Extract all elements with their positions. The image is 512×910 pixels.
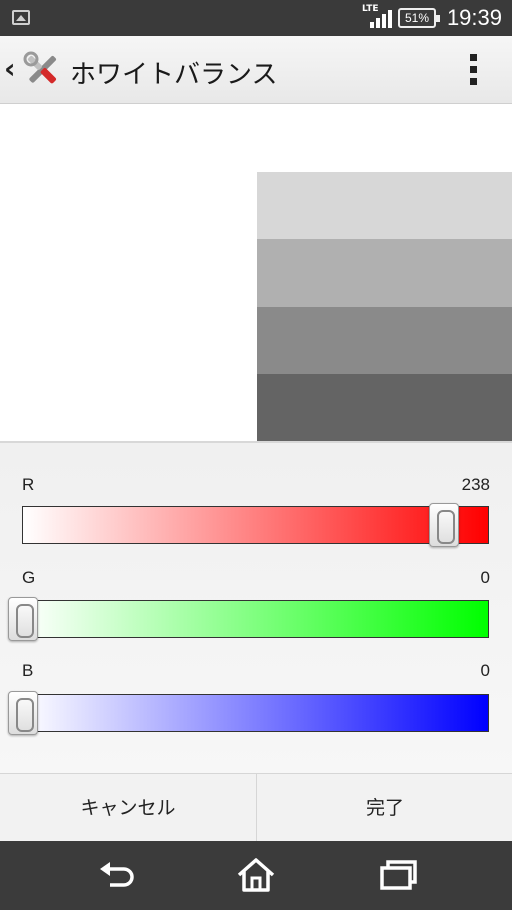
red-slider-track[interactable]: [22, 506, 489, 544]
battery-indicator: 51%: [398, 8, 440, 28]
swatch-mid-light: [257, 239, 512, 307]
white-balance-preview: [0, 104, 512, 441]
dialog-buttons: キャンセル 完了: [0, 773, 512, 842]
signal-icon: LTE: [362, 4, 392, 30]
cancel-button[interactable]: キャンセル: [0, 774, 256, 842]
tools-icon[interactable]: [22, 50, 62, 90]
page-title: ホワイトバランス: [70, 60, 278, 90]
swatch-mid-dark: [257, 307, 512, 374]
blue-slider-thumb[interactable]: [8, 691, 38, 735]
back-icon[interactable]: [94, 855, 138, 895]
navigation-bar: [0, 841, 512, 910]
recents-icon[interactable]: [376, 855, 420, 895]
blue-slider-track[interactable]: [22, 694, 489, 732]
back-chevron-icon[interactable]: ‹: [4, 52, 16, 86]
green-slider-track[interactable]: [22, 600, 489, 638]
green-slider-thumb[interactable]: [8, 597, 38, 641]
red-slider-thumb[interactable]: [428, 503, 459, 547]
action-bar: ‹ ホワイトバランス: [0, 36, 512, 104]
overflow-menu-icon[interactable]: [470, 54, 478, 86]
green-value: 0: [480, 568, 490, 587]
home-icon[interactable]: [234, 855, 278, 895]
swatch-dark: [257, 374, 512, 441]
blue-value: 0: [480, 661, 490, 680]
blue-label: B: [22, 661, 34, 680]
red-value: 238: [461, 475, 490, 494]
image-notification-icon: [12, 10, 30, 25]
done-button[interactable]: 完了: [257, 774, 512, 842]
rgb-controls: R 238 G 0 B 0: [0, 443, 512, 773]
status-time: 19:39: [446, 5, 502, 30]
green-label: G: [22, 568, 36, 587]
red-label: R: [22, 475, 35, 494]
status-bar: LTE 51% 19:39: [0, 0, 512, 36]
swatch-light: [257, 172, 512, 239]
